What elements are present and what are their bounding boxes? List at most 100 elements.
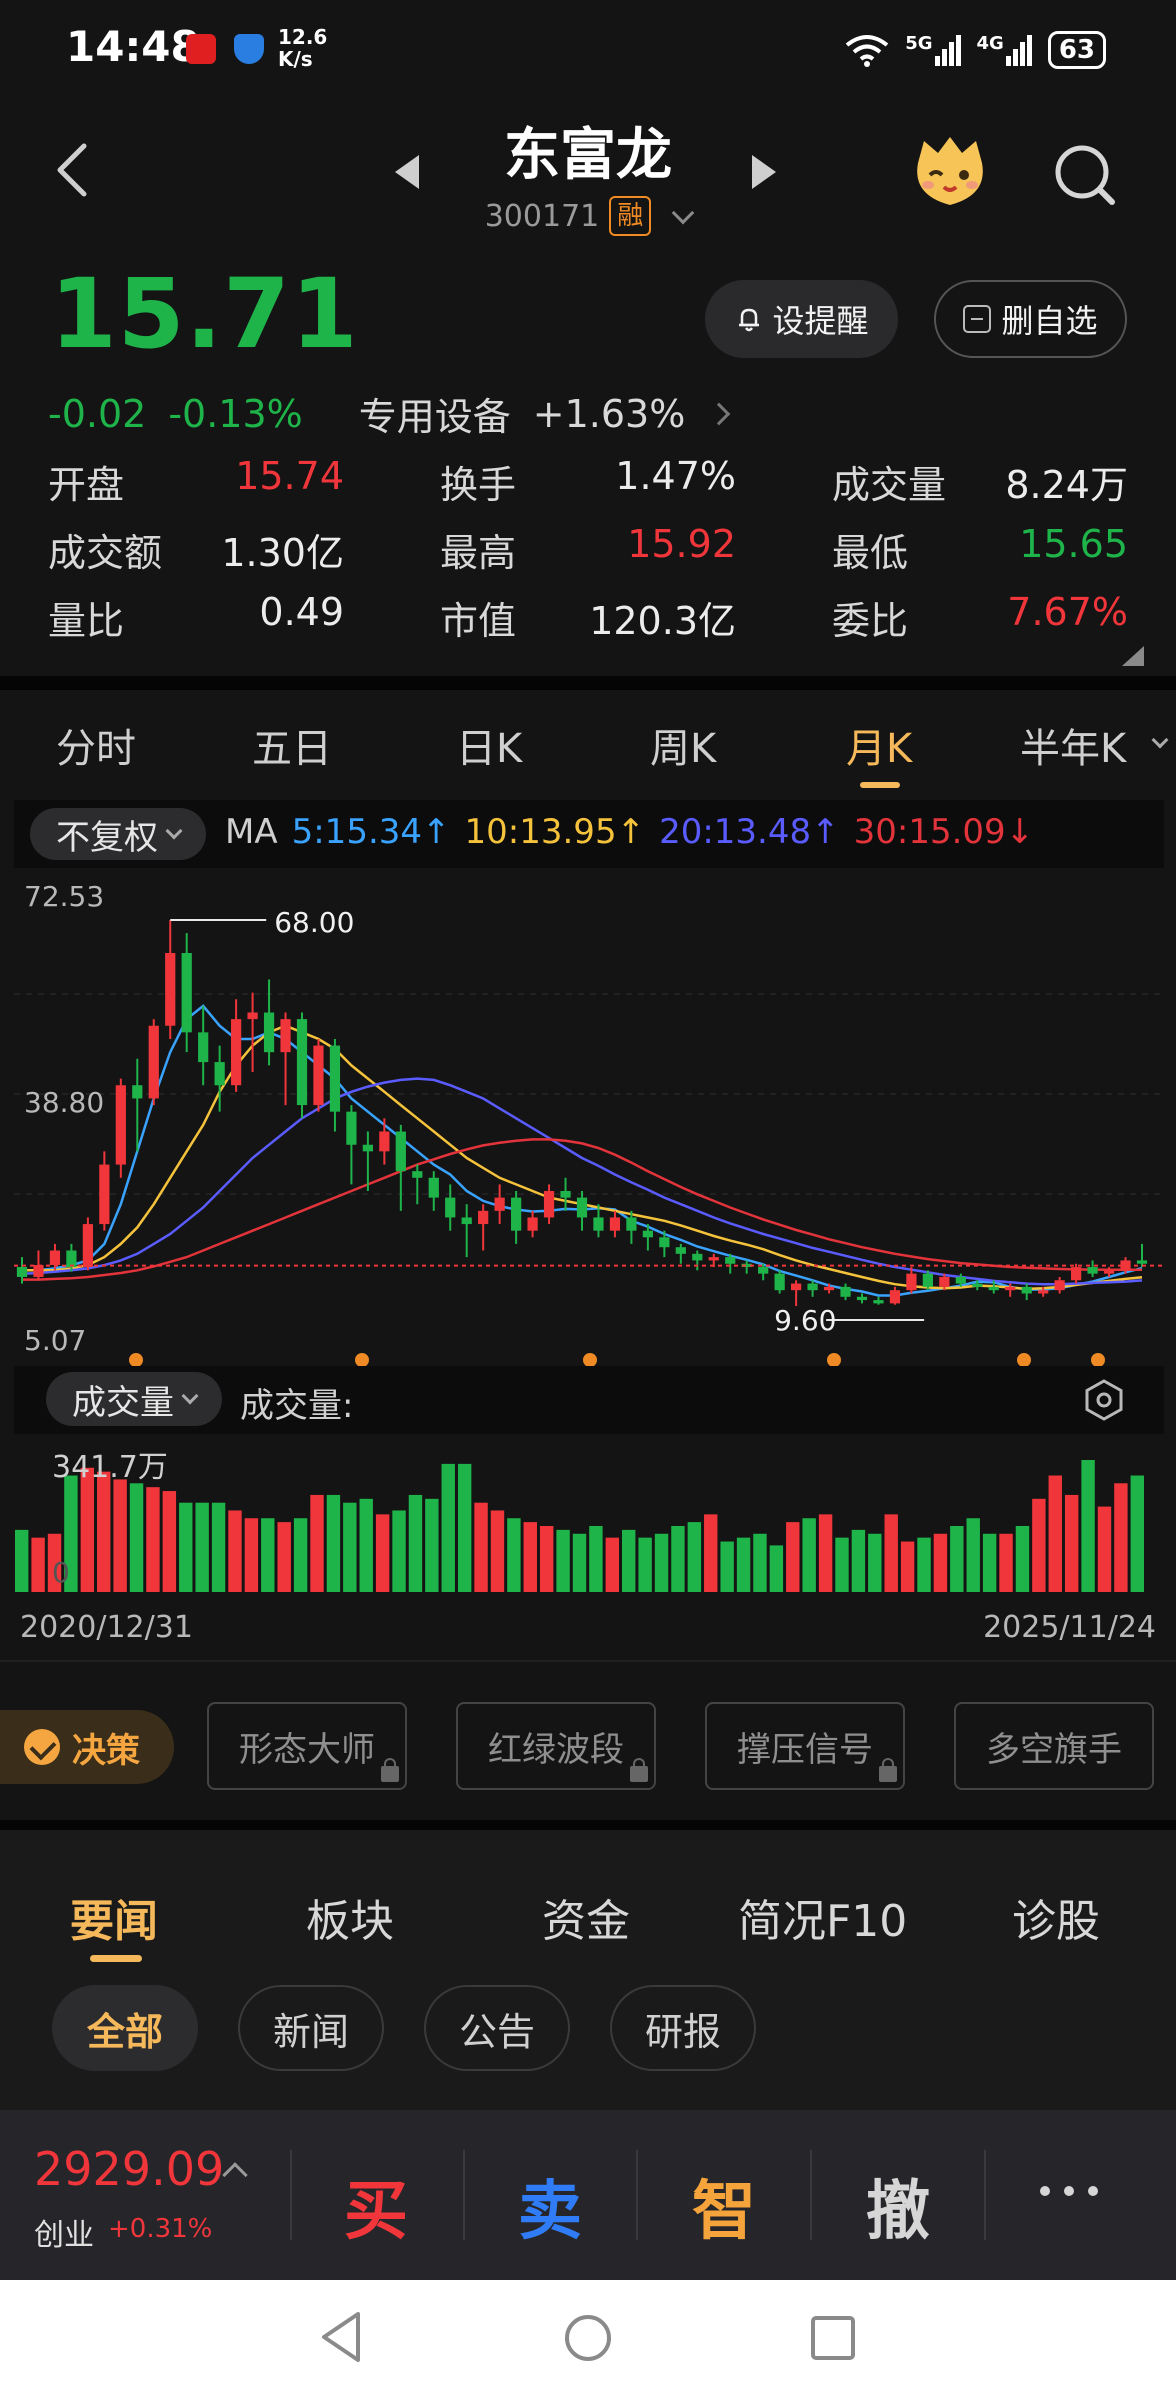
candle (543, 1184, 555, 1225)
ma20-value: 20:13.48↑ (659, 812, 840, 852)
sell-button[interactable]: 卖 (518, 2160, 582, 2252)
high-label: 68.00 (274, 906, 354, 939)
volume-bar (1114, 1483, 1128, 1592)
tab-intraday[interactable]: 分时 (56, 716, 136, 774)
tool-pattern-master[interactable]: 形态大师 (207, 1702, 407, 1790)
event-dot (129, 1353, 143, 1367)
tab-fund-flow[interactable]: 资金 (542, 1885, 630, 1949)
filter-all[interactable]: 全部 (52, 1985, 198, 2071)
cancel-order-button[interactable]: 撤 (866, 2160, 930, 2252)
sector-name[interactable]: 专用设备 (359, 386, 511, 441)
volume-bar (818, 1514, 833, 1592)
index-value[interactable]: 2929.09 (34, 2142, 224, 2196)
volume-bar (1032, 1498, 1046, 1592)
volume-bar (523, 1522, 537, 1592)
tab-diagnosis[interactable]: 诊股 (1012, 1885, 1100, 1949)
candle (1136, 1243, 1148, 1268)
chevron-down-icon (181, 1387, 199, 1405)
stat-value: 120.3亿 (589, 599, 736, 643)
volume-bar (490, 1510, 505, 1592)
network-speed: 12.6 K/s (278, 26, 327, 70)
low-label: 9.60 (774, 1304, 836, 1337)
tab-profile-f10[interactable]: 简况F10 (738, 1885, 907, 1949)
nav-back-icon[interactable] (318, 2310, 364, 2364)
nav-recents-icon[interactable] (810, 2315, 856, 2361)
candle (873, 1296, 884, 1305)
kline-chart[interactable]: 72.53 38.80 5.07 68.00 9.60 (0, 868, 1176, 1368)
tab-headlines[interactable]: 要闻 (70, 1885, 158, 1949)
filter-news[interactable]: 新闻 (238, 1985, 384, 2071)
remove-watchlist-button[interactable]: 删自选 (934, 280, 1127, 358)
tab-monthly-k[interactable]: 月K (846, 716, 912, 774)
tool-support-resistance[interactable]: 撑压信号 (705, 1702, 905, 1790)
buy-button[interactable]: 买 (344, 2160, 408, 2252)
stat-label: 最高 (440, 531, 517, 575)
tool-long-short-flag[interactable]: 多空旗手 (954, 1702, 1154, 1790)
event-dots[interactable] (129, 1353, 1105, 1367)
volume-bar (179, 1502, 193, 1592)
stock-code-row[interactable]: 300171 融 (420, 196, 756, 236)
next-stock-arrow-icon[interactable] (752, 155, 776, 189)
candle (379, 1118, 390, 1165)
candle (263, 979, 275, 1066)
settings-icon[interactable] (1082, 1378, 1126, 1422)
volume-bar (1130, 1475, 1144, 1592)
stat-value: 8.24万 (1005, 463, 1128, 507)
volume-bar (97, 1471, 111, 1592)
ma-line-ma20 (21, 1077, 1143, 1286)
price-adjust-select[interactable]: 不复权 (30, 808, 206, 860)
volume-bar (31, 1537, 45, 1592)
candle (527, 1210, 538, 1238)
event-dot (1017, 1353, 1031, 1367)
set-alert-button[interactable]: 设提醒 (705, 280, 898, 358)
active-tab-indicator (90, 1955, 142, 1962)
candle (165, 919, 176, 1039)
candle (1071, 1263, 1082, 1284)
mascot-assistant-icon[interactable] (910, 135, 990, 209)
stat-label: 开盘 (48, 463, 125, 507)
volume-chart (15, 1460, 1144, 1592)
prev-stock-arrow-icon[interactable] (395, 155, 419, 189)
candle (247, 992, 258, 1073)
volume-bar (1064, 1494, 1079, 1592)
volume-bar (769, 1545, 784, 1592)
event-dot (827, 1353, 841, 1367)
tab-daily-k[interactable]: 日K (456, 716, 522, 774)
filter-announcement[interactable]: 公告 (424, 1985, 570, 2071)
indicator-select[interactable]: 成交量 (46, 1372, 222, 1426)
volume-bar (539, 1526, 554, 1592)
chevron-right-icon[interactable] (708, 402, 731, 425)
smart-button[interactable]: 智 (692, 2160, 756, 2252)
volume-bar (211, 1502, 226, 1592)
candle (82, 1217, 93, 1271)
candle (774, 1270, 785, 1294)
expand-corner-icon[interactable] (1122, 646, 1144, 666)
high-marker: 68.00 (170, 906, 354, 939)
more-icon[interactable] (1040, 2186, 1098, 2196)
tab-sector[interactable]: 板块 (306, 1885, 394, 1949)
stat-label: 最低 (832, 531, 909, 575)
event-dot (583, 1353, 597, 1367)
stat-value: 15.65 (1019, 522, 1128, 566)
volume-bar (162, 1491, 177, 1592)
stock-code: 300171 (484, 198, 600, 234)
tool-label: 红绿波段 (488, 1729, 624, 1770)
indicator-select-label: 成交量 (72, 1382, 174, 1423)
chevron-down-icon[interactable] (1151, 731, 1169, 749)
nav-home-icon[interactable] (563, 2313, 613, 2363)
search-icon[interactable] (1050, 140, 1120, 210)
tab-weekly-k[interactable]: 周K (650, 716, 716, 774)
back-arrow-icon[interactable] (50, 140, 94, 200)
decision-button[interactable]: 决策 (0, 1710, 174, 1784)
candle (840, 1283, 851, 1301)
tab-half-year-k[interactable]: 半年K (1020, 716, 1126, 774)
volume-bar (802, 1518, 816, 1592)
tab-five-day[interactable]: 五日 (252, 716, 332, 774)
stat-value: 1.47% (615, 454, 736, 498)
tool-red-green-band[interactable]: 红绿波段 (456, 1702, 656, 1790)
candle (99, 1151, 110, 1231)
filter-research[interactable]: 研报 (610, 1985, 756, 2071)
tool-label: 形态大师 (239, 1729, 375, 1770)
chevron-down-icon[interactable] (671, 201, 695, 225)
tool-label: 多空旗手 (986, 1729, 1122, 1770)
